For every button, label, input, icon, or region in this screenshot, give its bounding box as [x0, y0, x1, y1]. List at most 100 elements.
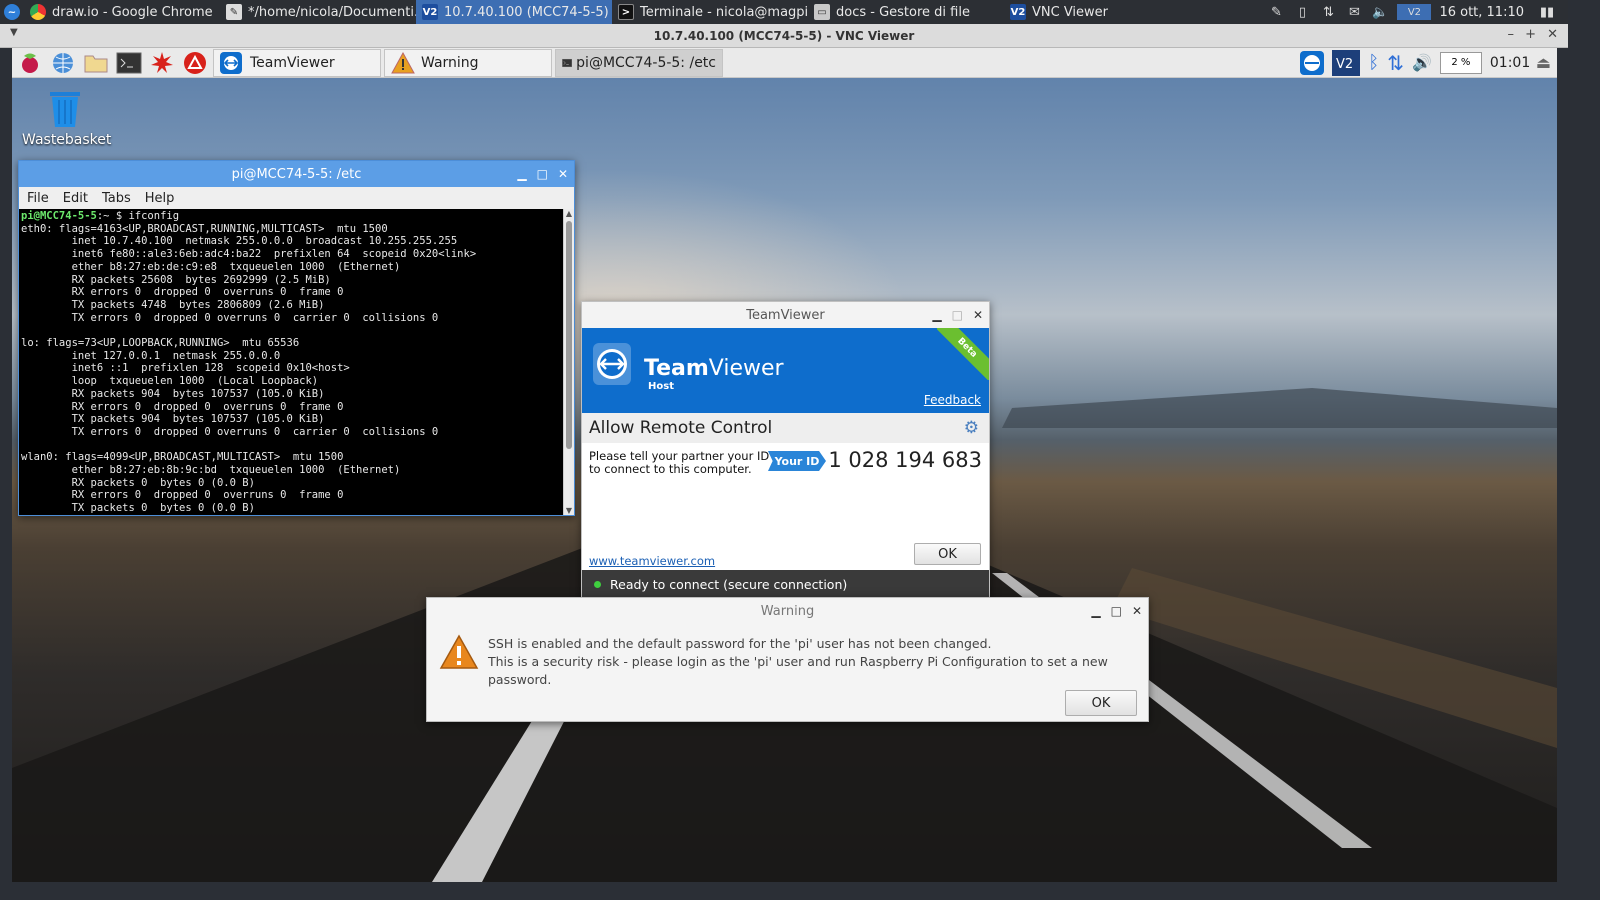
vnc-tray-icon[interactable]: V2 — [1397, 4, 1432, 20]
minimize-icon[interactable]: ▁ — [517, 167, 526, 181]
minimize-icon[interactable]: ▁ — [932, 308, 941, 322]
host-task-chrome[interactable]: draw.io - Google Chrome — [24, 0, 220, 24]
warning-ok-button[interactable]: OK — [1065, 690, 1137, 716]
vnc-tray-icon[interactable]: V2 — [1332, 49, 1361, 76]
terminal-line: inet6 ::1 prefixlen 128 scopeid 0x10<hos… — [21, 362, 350, 375]
feedback-link[interactable]: Feedback — [924, 393, 981, 407]
eject-icon[interactable]: ⏏ — [1536, 53, 1551, 72]
file-manager-launcher[interactable] — [81, 49, 111, 77]
maximize-icon[interactable]: □ — [537, 167, 548, 181]
menu-file[interactable]: File — [27, 191, 49, 206]
cpu-monitor[interactable]: 2 % — [1439, 51, 1482, 74]
close-icon[interactable]: ✕ — [1132, 604, 1142, 618]
network-icon[interactable]: ⇅ — [1387, 51, 1404, 75]
pi-clock[interactable]: 01:01 — [1490, 55, 1530, 71]
teamviewer-website-link[interactable]: www.teamviewer.com — [589, 554, 715, 568]
minimize-icon[interactable]: ▁ — [1091, 604, 1100, 618]
wastebasket-desktop-icon[interactable]: Wastebasket — [22, 90, 111, 148]
pi-task-terminal[interactable]: pi@MCC74-5-5: /etc — [555, 48, 723, 77]
maximize-icon[interactable]: □ — [1111, 604, 1122, 618]
terminal-line: wlan0: flags=4099<UP,BROADCAST,MULTICAST… — [21, 451, 344, 464]
menu-help[interactable]: Help — [145, 191, 175, 206]
maximize-icon[interactable]: + — [1525, 27, 1536, 42]
trash-icon — [50, 92, 80, 127]
terminal-launcher[interactable] — [114, 49, 144, 77]
close-icon[interactable]: ✕ — [558, 167, 568, 181]
terminal-window[interactable]: pi@MCC74-5-5: /etc ▁ □ ✕ File Edit Tabs … — [18, 160, 575, 516]
pi-task-warning[interactable]: Warning — [384, 48, 552, 77]
window-menu-icon[interactable]: ▼ — [10, 27, 18, 38]
warning-titlebar[interactable]: Warning ▁ □ ✕ — [427, 598, 1148, 624]
host-menu-icon: ~ — [4, 4, 20, 20]
pi-task-label: TeamViewer — [250, 54, 335, 71]
svg-text:V2: V2 — [1336, 57, 1353, 72]
teamviewer-window[interactable]: TeamViewer ▁ □ ✕ TeamViewer Host Beta Fe… — [581, 301, 990, 599]
warning-dialog[interactable]: Warning ▁ □ ✕ SSH is enabled and the def… — [426, 597, 1149, 722]
warning-icon — [391, 51, 415, 73]
pi-taskbar: TeamViewer Warning pi@MCC74-5-5: /etc V2… — [12, 48, 1557, 78]
prompt-command: :~ $ ifconfig — [96, 210, 180, 222]
volume-icon[interactable]: 🔈 — [1371, 4, 1389, 20]
minimize-icon[interactable]: – — [1508, 27, 1515, 42]
terminal-scrollbar[interactable]: ▲ ▼ — [563, 209, 574, 515]
teamviewer-ok-button[interactable]: OK — [914, 543, 981, 565]
web-browser-launcher[interactable] — [48, 49, 78, 77]
host-task-file-manager[interactable]: ▭ docs - Gestore di file — [808, 0, 1004, 24]
teamviewer-id[interactable]: 1 028 194 683 — [828, 448, 982, 472]
host-menu-button[interactable]: ~ — [0, 0, 24, 24]
instructions: Please tell your partner your ID to conn… — [589, 450, 769, 476]
menu-edit[interactable]: Edit — [63, 191, 88, 206]
pi-task-label: Warning — [421, 54, 479, 71]
terminal-menubar: File Edit Tabs Help — [19, 187, 574, 209]
host-task-label: 10.7.40.100 (MCC74-5-5) - V... — [444, 4, 612, 20]
remote-desktop[interactable]: TeamViewer Warning pi@MCC74-5-5: /etc V2… — [12, 48, 1557, 882]
gear-icon[interactable]: ⚙ — [964, 418, 979, 438]
close-icon[interactable]: ✕ — [1547, 27, 1558, 42]
network-icon[interactable]: ⇅ — [1319, 4, 1337, 20]
edit-icon[interactable]: ✎ — [1267, 4, 1285, 20]
host-task-vnc-viewer[interactable]: V2 VNC Viewer — [1004, 0, 1200, 24]
instruction-line: to connect to this computer. — [589, 462, 752, 476]
terminal-line: RX packets 904 bytes 107537 (105.0 KiB) — [21, 387, 325, 400]
volume-icon[interactable]: 🔊 — [1412, 53, 1432, 72]
math-launcher[interactable] — [147, 49, 177, 77]
teamviewer-logo-icon — [593, 343, 631, 385]
terminal-line: loop txqueuelen 1000 (Local Loopback) — [21, 375, 319, 388]
wolfram-icon — [184, 51, 206, 74]
terminal-line: lo: flags=73<UP,LOOPBACK,RUNNING> mtu 65… — [21, 337, 300, 350]
wolfram-launcher[interactable] — [180, 49, 210, 77]
menu-tabs[interactable]: Tabs — [102, 191, 131, 206]
host-task-vnc-session[interactable]: V2 10.7.40.100 (MCC74-5-5) - V... — [416, 0, 612, 24]
host-task-label: */home/nicola/Documenti... — [248, 4, 416, 20]
allow-remote-control-header: Allow Remote Control ⚙ — [582, 413, 989, 443]
workspace-switcher-icon[interactable]: ▮▮ — [1532, 4, 1562, 20]
scroll-thumb[interactable] — [566, 221, 572, 449]
terminal-output[interactable]: pi@MCC74-5-5:~ $ ifconfig eth0: flags=416… — [19, 209, 564, 515]
warning-line: SSH is enabled and the default password … — [488, 636, 992, 651]
bluetooth-icon[interactable]: ᛒ — [1368, 52, 1379, 73]
terminal-line: ether b8:27:eb:8b:9c:bd txqueuelen 1000 … — [21, 464, 401, 477]
pi-system-tray: V2 ᛒ ⇅ 🔊 2 % 01:01 ⏏ — [1300, 49, 1557, 76]
host-task-terminal[interactable]: > Terminale - nicola@magpi... — [612, 0, 808, 24]
host-taskbar: ~ draw.io - Google Chrome ✎ */home/nicol… — [0, 0, 1568, 24]
terminal-titlebar[interactable]: pi@MCC74-5-5: /etc ▁ □ ✕ — [19, 161, 574, 187]
close-icon[interactable]: ✕ — [973, 308, 983, 322]
scroll-up-icon[interactable]: ▲ — [564, 209, 574, 218]
battery-icon[interactable]: ▯ — [1293, 4, 1311, 20]
prompt-user: pi@MCC74-5-5 — [21, 210, 97, 222]
raspberry-menu-button[interactable] — [15, 49, 45, 77]
teamviewer-tray-icon[interactable] — [1300, 50, 1325, 75]
terminal-line: eth0: flags=4163<UP,BROADCAST,RUNNING,MU… — [21, 222, 388, 235]
mail-icon[interactable]: ✉ — [1345, 4, 1363, 20]
text-editor-icon: ✎ — [226, 4, 242, 20]
teamviewer-titlebar[interactable]: TeamViewer ▁ □ ✕ — [582, 302, 989, 328]
host-task-editor[interactable]: ✎ */home/nicola/Documenti... — [220, 0, 416, 24]
terminal-line: RX errors 0 dropped 0 overruns 0 frame 0 — [21, 489, 344, 502]
pi-task-teamviewer[interactable]: TeamViewer — [213, 48, 381, 77]
vnc-window-title: 10.7.40.100 (MCC74-5-5) - VNC Viewer — [653, 28, 915, 43]
maximize-icon[interactable]: □ — [952, 308, 963, 322]
scroll-down-icon[interactable]: ▼ — [564, 506, 574, 515]
host-clock[interactable]: 16 ott, 11:10 — [1439, 5, 1524, 20]
warning-title: Warning — [760, 603, 815, 619]
